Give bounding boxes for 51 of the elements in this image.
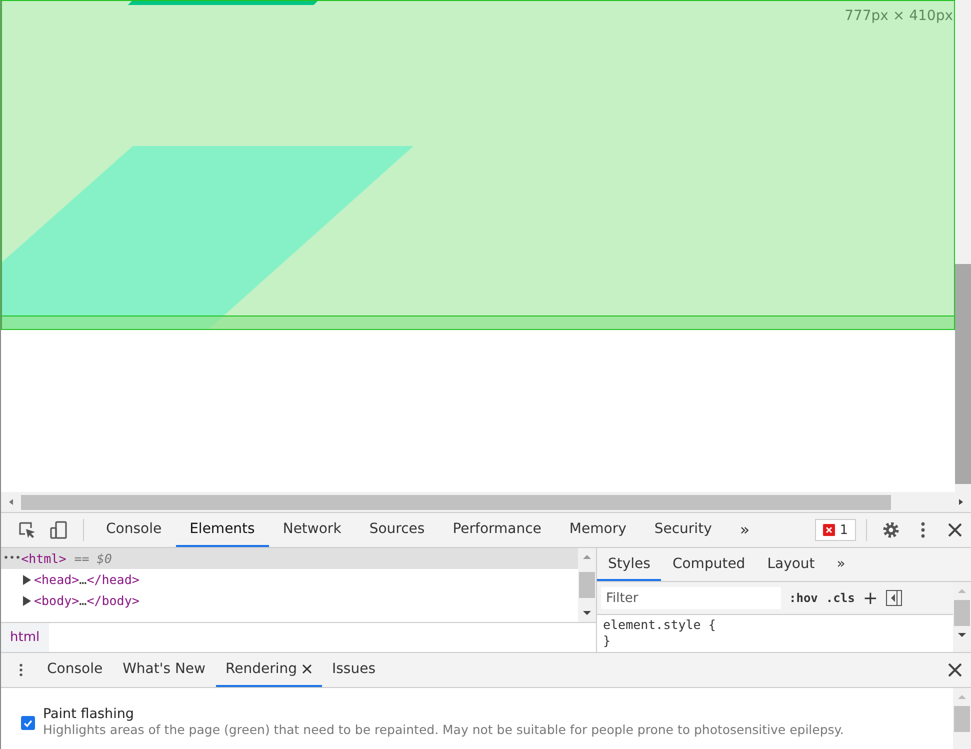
tab-label[interactable]: Console (47, 661, 103, 677)
error-count: 1 (840, 522, 848, 538)
scroll-down-icon[interactable] (957, 632, 967, 638)
dom-node[interactable]: <head>…</head> (1, 569, 578, 590)
scrollbar[interactable] (578, 548, 596, 622)
error-badge[interactable]: 1 (814, 519, 856, 541)
panel-tab[interactable]: Network (268, 513, 356, 547)
drawer-tab[interactable]: What's New (112, 653, 216, 687)
drawer-tab[interactable]: Console (37, 653, 113, 687)
close-icon[interactable] (302, 664, 312, 674)
viewport-size-label: 777px × 410px (844, 8, 953, 24)
vertical-scrollbar[interactable] (955, 0, 971, 492)
panel-tab[interactable]: Security (640, 513, 726, 547)
new-rule-button[interactable]: + (862, 588, 878, 608)
scroll-down-icon[interactable] (582, 610, 592, 616)
more-tabs-button[interactable]: » (826, 548, 856, 581)
drawer-tab[interactable]: Rendering (216, 653, 322, 687)
panel-tab[interactable]: Sources (355, 513, 439, 547)
breadcrumb[interactable]: html (1, 623, 49, 652)
scroll-right-icon[interactable] (957, 498, 965, 506)
inspect-icon[interactable] (17, 520, 37, 540)
style-rule: element.style { (603, 617, 717, 633)
styles-tab[interactable]: Computed (661, 548, 756, 581)
option-description: Highlights areas of the page (green) that need to be repainted. May not be suitable for people prone to photosensitive epilepsy. (43, 722, 844, 737)
error-icon (822, 524, 835, 536)
cls-button[interactable]: .cls (826, 591, 855, 605)
scroll-left-icon[interactable] (7, 498, 15, 506)
ellipsis: ••• (3, 553, 22, 564)
device-toolbar-icon[interactable] (49, 520, 69, 540)
option-title: Paint flashing (43, 706, 135, 722)
panel-tab[interactable]: Memory (555, 513, 640, 547)
tab-label[interactable]: What's New (122, 661, 206, 677)
expand-triangle-icon[interactable] (23, 596, 31, 606)
settings-icon[interactable] (881, 520, 901, 540)
dom-node[interactable]: •••<html> == $0 (1, 548, 578, 569)
panel-tab[interactable]: Console (92, 513, 176, 547)
filter-field[interactable]: Filter (601, 587, 781, 609)
more-tabs-button[interactable]: » (726, 513, 764, 547)
horizontal-scrollbar[interactable] (1, 492, 971, 512)
tab-label[interactable]: Issues (332, 661, 376, 677)
styles-tab[interactable]: Layout (756, 548, 826, 581)
panel-tab[interactable]: Performance (438, 513, 556, 547)
dom-node[interactable]: <body>…</body> (1, 590, 578, 611)
sidebar-toggle-icon[interactable] (886, 590, 902, 606)
drawer-tab[interactable]: Issues (322, 653, 386, 687)
style-rule-end: } (603, 633, 612, 649)
tab-label[interactable]: Rendering (226, 661, 297, 677)
scrollbar[interactable] (953, 688, 971, 749)
hov-button[interactable]: :hov (789, 591, 818, 605)
scrollbar[interactable] (953, 582, 971, 652)
expand-triangle-icon[interactable] (23, 574, 31, 584)
